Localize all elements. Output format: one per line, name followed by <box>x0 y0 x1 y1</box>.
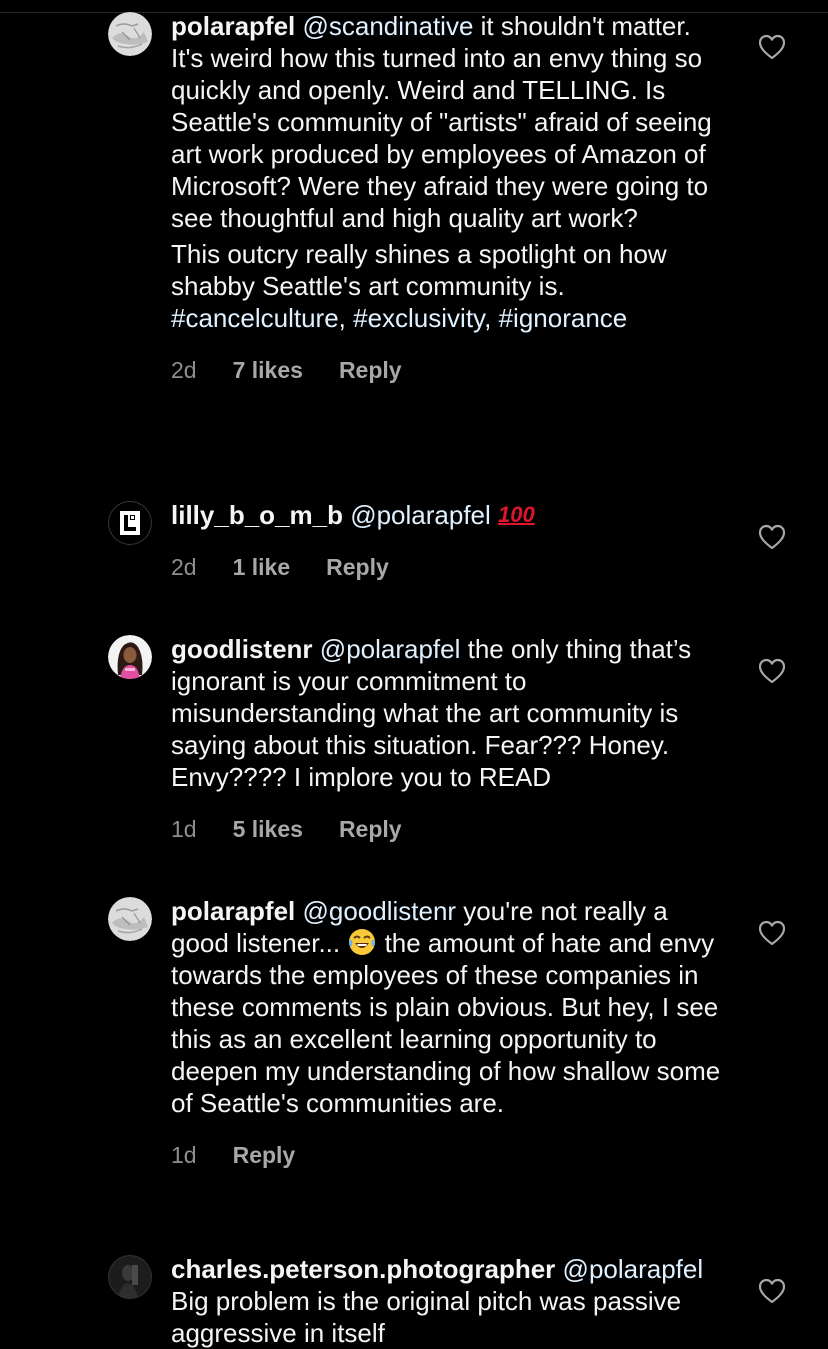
comment-timestamp: 2d <box>171 357 197 383</box>
comment-timestamp: 1d <box>171 816 197 842</box>
comment-username[interactable]: lilly_b_o_m_b <box>171 500 343 530</box>
comment-timestamp: 2d <box>171 554 197 580</box>
heart-icon[interactable] <box>758 1278 786 1304</box>
comment-body-continued: This outcry really shines a spotlight on… <box>171 239 667 301</box>
laughing-emoji <box>347 927 377 957</box>
comment-username[interactable]: polarapfel <box>171 896 295 926</box>
comment-text: charles.peterson.photographer @polarapfe… <box>171 1253 723 1349</box>
comment-mention[interactable]: @scandinative <box>302 11 473 41</box>
comment-mention[interactable]: @goodlistenr <box>302 896 456 926</box>
comment-text: goodlistenr @polarapfel the only thing t… <box>171 633 723 793</box>
hundred-points-emoji: 100 <box>498 502 535 527</box>
comment-timestamp: 1d <box>171 1142 197 1168</box>
comment-meta: 1d 5 likes Reply <box>171 815 723 843</box>
likes-count-button[interactable]: 7 likes <box>233 356 303 384</box>
avatar[interactable] <box>108 12 152 56</box>
reply-button[interactable]: Reply <box>339 356 402 384</box>
comment-text: lilly_b_o_m_b @polarapfel 100 <box>171 499 723 531</box>
heart-icon[interactable] <box>758 920 786 946</box>
comment-body: Big problem is the original pitch was pa… <box>171 1286 682 1348</box>
reply-button[interactable]: Reply <box>233 1141 296 1169</box>
reply-button[interactable]: Reply <box>339 815 402 843</box>
heart-icon[interactable] <box>758 34 786 60</box>
heart-icon[interactable] <box>758 524 786 550</box>
comment-mention[interactable]: @polarapfel <box>320 634 461 664</box>
hashtag-link[interactable]: #ignorance <box>499 303 628 333</box>
comment-username[interactable]: charles.peterson.photographer <box>171 1254 555 1284</box>
comment-username[interactable]: polarapfel <box>171 11 295 41</box>
avatar[interactable] <box>108 1255 152 1299</box>
comment-text: polarapfel @goodlistenr you're not reall… <box>171 895 723 1119</box>
avatar[interactable] <box>108 501 152 545</box>
comment-text: polarapfel @scandinative it shouldn't ma… <box>171 11 712 333</box>
avatar[interactable] <box>108 897 152 941</box>
reply-button[interactable]: Reply <box>326 553 389 581</box>
likes-count-button[interactable]: 5 likes <box>233 815 303 843</box>
comment-username[interactable]: goodlistenr <box>171 634 313 664</box>
comment-body: it shouldn't matter. It's weird how this… <box>171 11 712 233</box>
heart-icon[interactable] <box>758 658 786 684</box>
avatar[interactable] <box>108 635 152 679</box>
comment-meta: 1d Reply <box>171 1141 723 1169</box>
hashtag-link[interactable]: #cancelculture <box>171 303 339 333</box>
comment-mention[interactable]: @polarapfel <box>563 1254 704 1284</box>
comment-meta: 2d 1 like Reply <box>171 553 723 581</box>
hashtag-link[interactable]: #exclusivity <box>353 303 484 333</box>
comment-mention[interactable]: @polarapfel <box>350 500 491 530</box>
likes-count-button[interactable]: 1 like <box>233 553 291 581</box>
comment-meta: 2d 7 likes Reply <box>171 356 723 384</box>
